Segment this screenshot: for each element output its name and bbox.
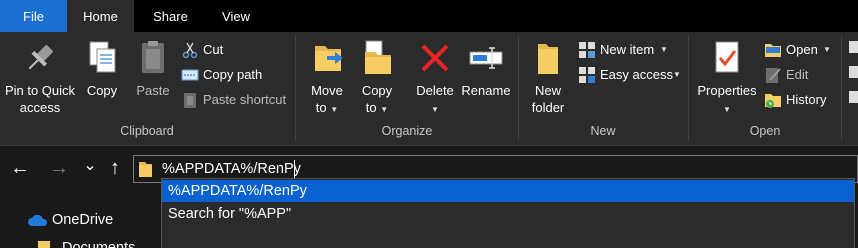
address-autocomplete-dropdown: %APPDATA%/RenPy Search for "%APP" xyxy=(161,178,855,248)
chevron-down-icon: ▼ xyxy=(330,105,339,114)
copy-label: Copy xyxy=(86,83,118,98)
pin-label-line2: access xyxy=(19,100,61,115)
pin-label-line1: Pin to Quick xyxy=(4,83,76,98)
onedrive-cloud-icon xyxy=(28,214,48,226)
chevron-down-icon: ▼ xyxy=(380,105,389,114)
tab-home[interactable]: Home xyxy=(67,0,134,32)
tree-item-onedrive[interactable]: OneDrive xyxy=(52,212,113,228)
new-folder-line1: New xyxy=(534,83,561,98)
copy-to-line2: to xyxy=(365,100,377,115)
documents-folder-icon xyxy=(38,241,50,248)
navigation-area: ← → ⌄ ↑ %APPDATA%/RenPy OneDrive Documen… xyxy=(0,147,858,248)
edit-label: Edit xyxy=(786,67,809,82)
suggestion-item[interactable]: %APPDATA%/RenPy xyxy=(162,180,854,202)
history-icon xyxy=(765,94,781,108)
folder-icon xyxy=(139,162,152,177)
open-group-label: Open xyxy=(749,124,781,138)
pin-icon xyxy=(28,44,54,70)
chevron-down-icon: ▼ xyxy=(660,45,668,54)
paste-shortcut-label: Paste shortcut xyxy=(203,92,287,107)
properties-label: Properties xyxy=(697,83,757,98)
recent-locations-button[interactable]: ⌄ xyxy=(78,155,102,175)
address-input-value[interactable]: %APPDATA%/RenPy xyxy=(162,161,301,177)
history-label: History xyxy=(786,92,827,107)
tab-view[interactable]: View xyxy=(207,0,265,32)
new-item-icon xyxy=(579,42,595,58)
clipboard-icon xyxy=(142,41,164,73)
new-folder-line2: folder xyxy=(531,100,565,115)
properties-icon xyxy=(715,41,739,73)
forward-button[interactable]: → xyxy=(47,157,71,180)
ribbon-tab-bar: File Home Share View xyxy=(0,0,858,32)
paste-shortcut-icon xyxy=(184,93,196,108)
move-to-icon xyxy=(315,46,343,71)
chevron-down-icon: ▼ xyxy=(723,105,731,114)
clipboard-group-label: Clipboard xyxy=(120,124,174,138)
paste-label: Paste xyxy=(136,83,170,98)
copy-icon xyxy=(89,41,116,73)
easy-access-icon xyxy=(579,67,595,83)
chevron-down-icon: ▼ xyxy=(431,105,439,114)
tab-file[interactable]: File xyxy=(0,0,67,32)
tab-share[interactable]: Share xyxy=(134,0,207,32)
delete-x-icon xyxy=(421,44,449,72)
select-all-icon[interactable] xyxy=(849,39,858,107)
organize-group-label: Organize xyxy=(381,124,433,138)
rename-icon xyxy=(469,47,503,69)
new-group-label: New xyxy=(590,124,616,138)
move-to-line1: Move xyxy=(311,83,343,98)
new-folder-icon xyxy=(538,44,558,74)
chevron-down-icon: ▼ xyxy=(673,70,681,79)
up-button[interactable]: ↑ xyxy=(103,157,127,180)
copy-to-icon xyxy=(365,40,391,74)
rename-label: Rename xyxy=(461,83,511,98)
move-to-line2: to xyxy=(315,100,327,115)
delete-label: Delete xyxy=(416,83,454,98)
chevron-down-icon: ▼ xyxy=(823,45,831,54)
copy-to-line1: Copy xyxy=(361,83,393,98)
back-button[interactable]: ← xyxy=(8,157,32,180)
open-folder-icon xyxy=(765,44,781,57)
cut-label: Cut xyxy=(203,42,224,57)
group-separator xyxy=(841,36,842,140)
new-item-label: New item xyxy=(600,42,655,57)
open-label: Open xyxy=(786,42,818,57)
scissors-icon xyxy=(182,42,198,59)
tree-item-documents[interactable]: Documents xyxy=(62,240,135,248)
edit-icon xyxy=(766,68,781,83)
copy-path-icon xyxy=(181,69,199,81)
text-cursor xyxy=(294,160,295,178)
ribbon-home: Pin to Quick access Copy Paste Cut Copy … xyxy=(0,32,858,146)
easy-access-label: Easy access xyxy=(600,67,673,82)
suggestion-item[interactable]: Search for "%APP" xyxy=(162,203,854,225)
copy-path-label: Copy path xyxy=(203,67,263,82)
